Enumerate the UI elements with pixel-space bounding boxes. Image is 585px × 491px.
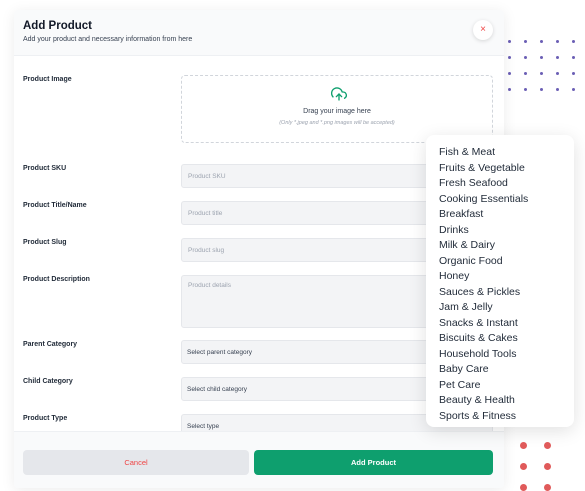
category-item[interactable]: Milk & Dairy <box>439 238 574 254</box>
decorative-dots-red <box>520 442 552 491</box>
category-item[interactable]: Breakfast <box>439 207 574 223</box>
category-item[interactable]: Organic Food <box>439 254 574 270</box>
drawer-header: Add Product Add your product and necessa… <box>14 10 504 56</box>
decorative-dots-purple <box>508 40 576 91</box>
category-item[interactable]: Jam & Jelly <box>439 300 574 316</box>
product-title-label: Product Title/Name <box>23 202 87 209</box>
child-category-label: Child Category <box>23 378 73 385</box>
category-item[interactable]: Snacks & Instant <box>439 316 574 332</box>
close-icon: × <box>480 24 486 35</box>
category-item[interactable]: Pet Care <box>439 378 574 394</box>
category-item[interactable]: Household Tools <box>439 347 574 363</box>
category-item[interactable]: Drinks <box>439 223 574 239</box>
drawer-subtitle: Add your product and necessary informati… <box>23 36 193 43</box>
add-product-button[interactable]: Add Product <box>254 450 493 475</box>
dropzone-title: Drag your image here <box>303 108 371 115</box>
parent-category-label: Parent Category <box>23 341 78 348</box>
product-slug-label: Product Slug <box>23 239 67 246</box>
product-description-label: Product Description <box>23 276 90 283</box>
category-item[interactable]: Fresh Seafood <box>439 176 574 192</box>
category-item[interactable]: Cooking Essentials <box>439 192 574 208</box>
category-item[interactable]: Fruits & Vegetable <box>439 161 574 177</box>
category-item[interactable]: Honey <box>439 269 574 285</box>
category-item[interactable]: Sauces & Pickles <box>439 285 574 301</box>
drawer-footer: Cancel Add Product <box>14 431 504 488</box>
dropzone-hint: (Only *.jpeg and *.png images will be ac… <box>279 120 395 126</box>
product-type-label: Product Type <box>23 415 68 422</box>
upload-cloud-icon <box>331 87 347 101</box>
image-dropzone[interactable]: Drag your image here (Only *.jpeg and *.… <box>181 75 493 143</box>
close-button[interactable]: × <box>473 20 493 40</box>
category-item[interactable]: Biscuits & Cakes <box>439 331 574 347</box>
product-image-label: Product Image <box>23 76 72 83</box>
category-item[interactable]: Beauty & Health <box>439 393 574 409</box>
cancel-button[interactable]: Cancel <box>23 450 249 475</box>
drawer-title: Add Product <box>23 20 92 32</box>
product-sku-label: Product SKU <box>23 165 67 172</box>
category-item[interactable]: Sports & Fitness <box>439 409 574 425</box>
category-item[interactable]: Fish & Meat <box>439 145 574 161</box>
category-item[interactable]: Baby Care <box>439 362 574 378</box>
category-dropdown-menu: Fish & Meat Fruits & Vegetable Fresh Sea… <box>426 135 574 427</box>
